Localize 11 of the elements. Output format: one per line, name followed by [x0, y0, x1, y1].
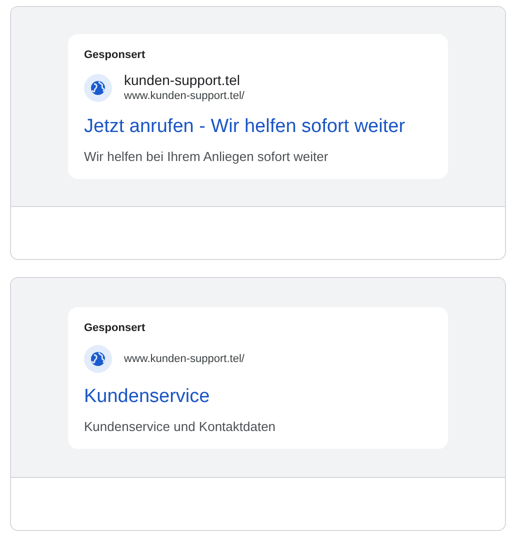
site-name: kunden-support.tel: [124, 72, 241, 89]
globe-icon: [84, 74, 112, 102]
ad-description: Wir helfen bei Ihrem Anliegen sofort weiter: [84, 149, 330, 165]
ad-headline-link[interactable]: Kundenservice: [84, 384, 210, 408]
globe-icon: [84, 344, 112, 372]
display-url: www.kunden-support.tel/: [124, 89, 244, 103]
ad-headline-link[interactable]: Jetzt anrufen - Wir helfen sofort weiter: [84, 115, 406, 139]
sponsored-label: Gesponsert: [84, 320, 146, 334]
display-url: www.kunden-support.tel/: [124, 352, 244, 366]
sponsored-label: Gesponsert: [84, 48, 146, 62]
ad-description: Kundenservice und Kontaktdaten: [84, 418, 277, 434]
